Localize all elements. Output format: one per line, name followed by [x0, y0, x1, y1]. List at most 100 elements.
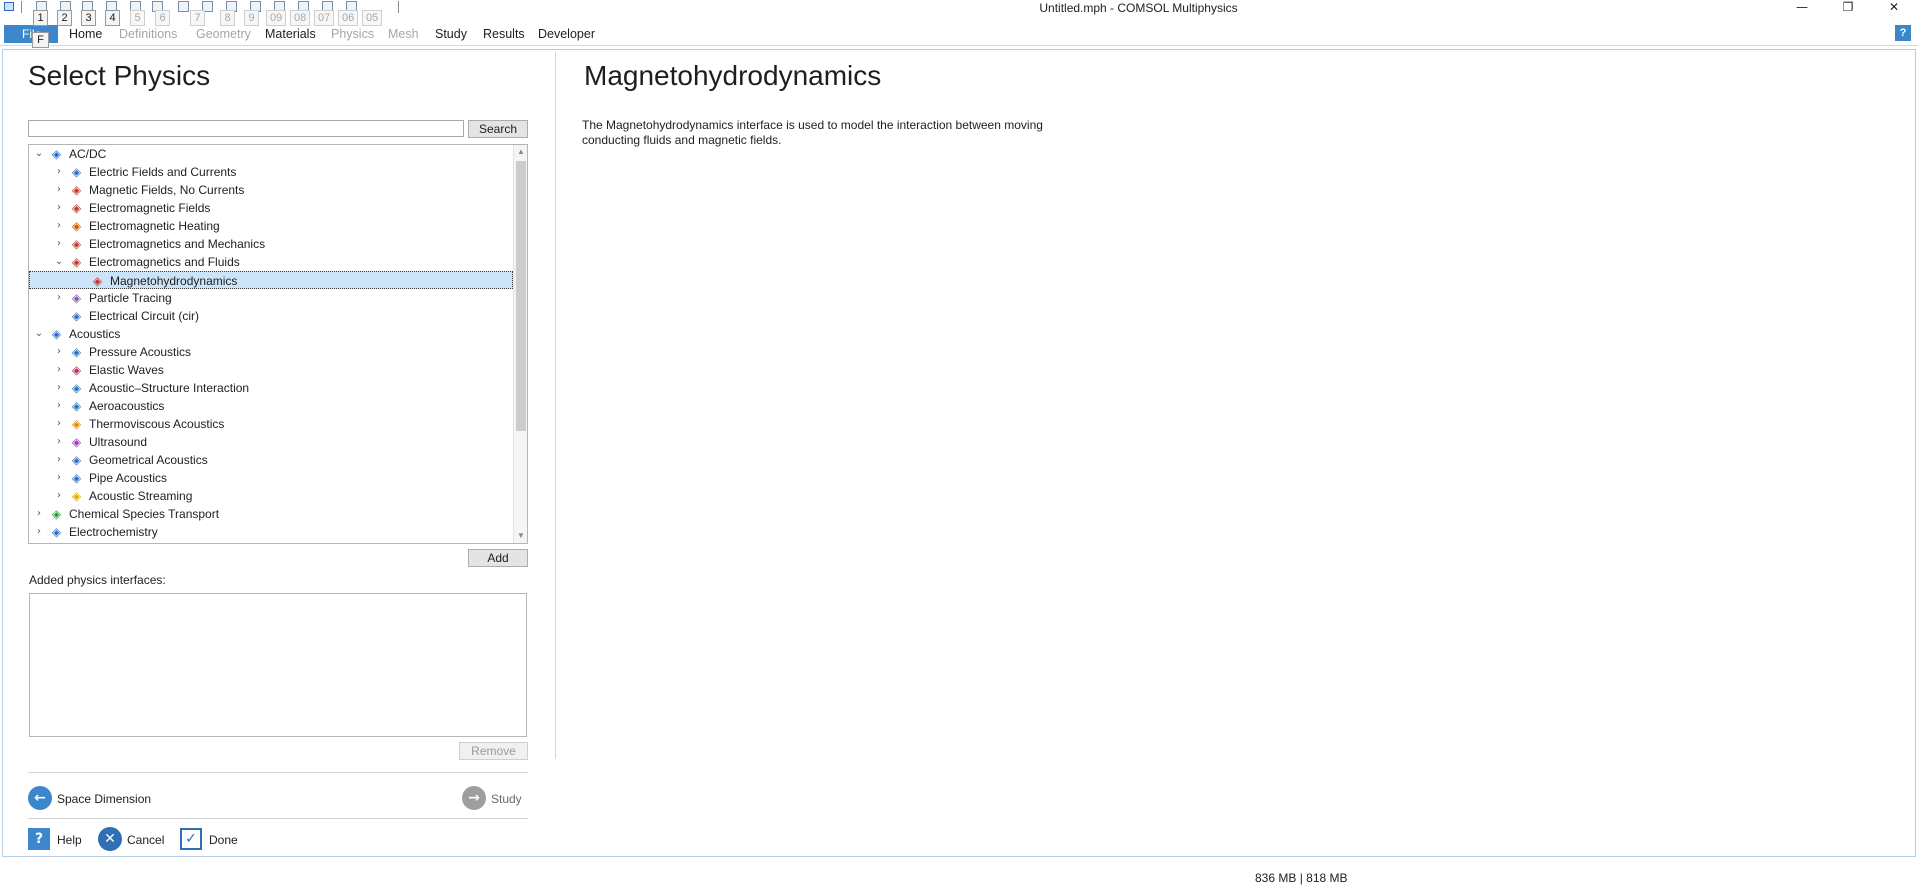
tree-item-magnetic-fields-no-currents[interactable]: › ◈ Magnetic Fields, No Currents — [29, 181, 513, 199]
electrical-circuit-icon: ◈ — [71, 309, 82, 323]
tree-item-electromagnetic-fields[interactable]: › ◈ Electromagnetic Fields — [29, 199, 513, 217]
tab-study[interactable]: Study — [435, 27, 467, 41]
chevron-right-icon[interactable]: › — [53, 451, 65, 469]
search-button[interactable]: Search — [468, 120, 528, 138]
chevron-right-icon[interactable]: › — [53, 181, 65, 199]
chevron-down-icon[interactable]: ⌄ — [53, 253, 65, 271]
chevron-right-icon[interactable]: › — [53, 433, 65, 451]
tab-developer[interactable]: Developer — [538, 27, 595, 41]
tab-results[interactable]: Results — [483, 27, 525, 41]
scroll-down-icon[interactable]: ▼ — [514, 529, 527, 543]
acoustic-streaming-icon: ◈ — [71, 489, 82, 503]
tree-item-ultrasound[interactable]: › ◈ Ultrasound — [29, 433, 513, 451]
tab-geometry[interactable]: Geometry — [196, 27, 251, 41]
keytip-4: 4 — [105, 10, 120, 26]
panel-divider[interactable] — [555, 52, 556, 759]
chevron-right-icon[interactable]: › — [53, 199, 65, 217]
tree-item-acoustic-structure-interaction[interactable]: › ◈ Acoustic–Structure Interaction — [29, 379, 513, 397]
tree-item-label: Electromagnetics and Mechanics — [89, 237, 266, 251]
magnetic-no-currents-icon: ◈ — [71, 183, 82, 197]
keytip-file: F — [32, 32, 49, 48]
chevron-right-icon[interactable]: › — [33, 523, 45, 541]
acoustic-structure-icon: ◈ — [71, 381, 82, 395]
chevron-right-icon[interactable]: › — [53, 415, 65, 433]
minimize-button[interactable]: — — [1782, 0, 1822, 16]
close-window-button[interactable]: ✕ — [1874, 0, 1914, 16]
tree-item-electromagnetics-and-mechanics[interactable]: › ◈ Electromagnetics and Mechanics — [29, 235, 513, 253]
memory-usage-status: 836 MB | 818 MB — [1255, 871, 1348, 885]
tree-item-electrical-circuit-cir[interactable]: ◈ Electrical Circuit (cir) — [29, 307, 513, 325]
scrollbar-thumb[interactable] — [516, 161, 526, 431]
description-line: conducting fluids and magnetic fields. — [582, 133, 782, 147]
tab-home[interactable]: Home — [69, 27, 102, 41]
space-dimension-back-button[interactable]: ← Space Dimension — [28, 786, 168, 812]
done-button[interactable]: ✓ Done — [180, 827, 250, 853]
added-interfaces-list[interactable] — [29, 593, 527, 737]
chevron-right-icon[interactable]: › — [53, 343, 65, 361]
help-icon[interactable]: ? — [1895, 25, 1911, 41]
chevron-right-icon[interactable]: › — [53, 217, 65, 235]
added-interfaces-label: Added physics interfaces: — [29, 573, 166, 587]
tree-item-label: Electrochemistry — [69, 525, 158, 539]
tree-scrollbar[interactable]: ▲ ▼ — [513, 145, 527, 543]
study-next-button[interactable]: → Study — [462, 786, 528, 812]
add-button[interactable]: Add — [468, 549, 528, 567]
pressure-acoustics-icon: ◈ — [71, 345, 82, 359]
tab-mesh[interactable]: Mesh — [388, 27, 419, 41]
tree-item-label: Thermoviscous Acoustics — [89, 417, 225, 431]
tree-item-pipe-acoustics[interactable]: › ◈ Pipe Acoustics — [29, 469, 513, 487]
chevron-right-icon[interactable]: › — [53, 361, 65, 379]
tree-item-electric-fields-and-currents[interactable]: › ◈ Electric Fields and Currents — [29, 163, 513, 181]
remove-button[interactable]: Remove — [459, 742, 528, 760]
window-title: Untitled.mph - COMSOL Multiphysics — [1039, 1, 1238, 15]
tab-materials[interactable]: Materials — [265, 27, 316, 41]
scroll-up-icon[interactable]: ▲ — [514, 145, 527, 159]
chevron-right-icon[interactable]: › — [53, 289, 65, 307]
chevron-right-icon[interactable]: › — [53, 163, 65, 181]
tree-item-electromagnetic-heating[interactable]: › ◈ Electromagnetic Heating — [29, 217, 513, 235]
tree-item-magnetohydrodynamics[interactable]: ◈ Magnetohydrodynamics — [29, 271, 513, 289]
chevron-down-icon[interactable]: ⌄ — [33, 325, 45, 343]
physics-tree[interactable]: ⌄ ◈ AC/DC › ◈ Electric Fields and Currents › ◈ M… — [28, 144, 528, 544]
ribbon-tab-bar: File Home Definitions Geometry Materials… — [0, 22, 1918, 46]
tree-item-label: Electromagnetic Fields — [89, 201, 211, 215]
aeroacoustics-icon: ◈ — [71, 399, 82, 413]
keytip-05: 05 — [362, 10, 383, 26]
geometrical-acoustics-icon: ◈ — [71, 453, 82, 467]
pipe-acoustics-icon: ◈ — [71, 471, 82, 485]
tree-item-aeroacoustics[interactable]: › ◈ Aeroacoustics — [29, 397, 513, 415]
tree-item-acoustics[interactable]: ⌄ ◈ Acoustics — [29, 325, 513, 343]
study-next-label: Study — [491, 792, 522, 806]
tree-item-chemical-species-transport[interactable]: › ◈ Chemical Species Transport — [29, 505, 513, 523]
tree-item-thermoviscous-acoustics[interactable]: › ◈ Thermoviscous Acoustics — [29, 415, 513, 433]
help-button[interactable]: ? Help — [28, 827, 88, 853]
chevron-right-icon[interactable]: › — [53, 397, 65, 415]
tab-file[interactable]: File — [4, 25, 58, 43]
tab-physics[interactable]: Physics — [331, 27, 374, 41]
tree-item-particle-tracing[interactable]: › ◈ Particle Tracing — [29, 289, 513, 307]
cancel-x-icon: ✕ — [98, 827, 122, 851]
tree-item-elastic-waves[interactable]: › ◈ Elastic Waves — [29, 361, 513, 379]
tree-item-acoustic-streaming[interactable]: › ◈ Acoustic Streaming — [29, 487, 513, 505]
search-input[interactable] — [28, 120, 464, 137]
tree-item-ac-dc[interactable]: ⌄ ◈ AC/DC — [29, 145, 513, 163]
chevron-right-icon[interactable]: › — [53, 469, 65, 487]
tree-item-electromagnetics-and-fluids[interactable]: ⌄ ◈ Electromagnetics and Fluids — [29, 253, 513, 271]
tree-item-electrochemistry[interactable]: › ◈ Electrochemistry — [29, 523, 513, 541]
chevron-right-icon[interactable]: › — [33, 505, 45, 523]
tree-item-geometrical-acoustics[interactable]: › ◈ Geometrical Acoustics — [29, 451, 513, 469]
tree-item-label: AC/DC — [69, 147, 107, 161]
done-label: Done — [209, 833, 238, 847]
tab-definitions[interactable]: Definitions — [119, 27, 177, 41]
chevron-down-icon[interactable]: ⌄ — [33, 145, 45, 163]
chevron-right-icon[interactable]: › — [53, 487, 65, 505]
cancel-button[interactable]: ✕ Cancel — [98, 827, 168, 853]
tree-item-label: Electrical Circuit (cir) — [89, 309, 200, 323]
arrow-right-icon: → — [462, 786, 486, 810]
chevron-right-icon[interactable]: › — [53, 379, 65, 397]
chevron-right-icon[interactable]: › — [53, 235, 65, 253]
tree-item-pressure-acoustics[interactable]: › ◈ Pressure Acoustics — [29, 343, 513, 361]
electromagnetics-mechanics-icon: ◈ — [71, 237, 82, 251]
keytip-2: 2 — [57, 10, 72, 26]
restore-button[interactable]: ❐ — [1828, 0, 1868, 16]
